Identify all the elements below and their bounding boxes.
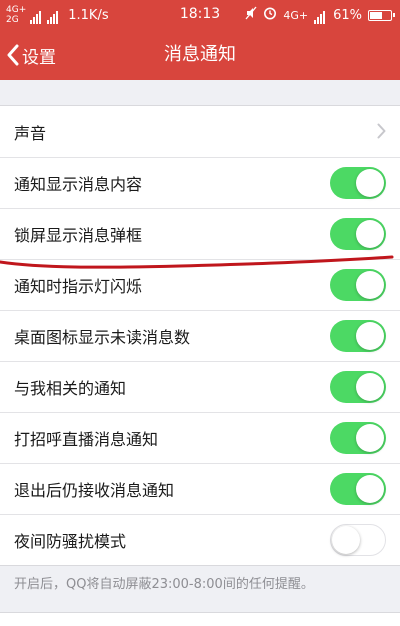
settings-row[interactable]: 声音 [0,106,400,157]
settings-row-label: 夜间防骚扰模式 [14,531,127,551]
status-bar: 4G+ 2G 1.1K/s 18:13 4G+ 61% [0,0,400,30]
toggle-switch[interactable] [330,218,386,250]
toggle-switch[interactable] [330,422,386,454]
settings-row: 锁屏显示消息弹框 [0,208,400,259]
footer-note: 开启后，QQ将自动屏蔽23:00-8:00间的任何提醒。 [14,577,314,592]
alarm-icon [263,6,277,24]
toggle-switch[interactable] [330,320,386,352]
toggle-knob [356,169,384,197]
toggle-switch[interactable] [330,524,386,556]
toggle-switch[interactable] [330,371,386,403]
battery-fill [370,11,382,19]
toggle-knob [356,271,384,299]
next-section-edge [0,612,400,626]
settings-row: 退出后仍接收消息通知 [0,463,400,514]
settings-list: 声音通知显示消息内容 锁屏显示消息弹框 通知时指示灯闪烁桌面图标显示未读消息数 与我相… [0,105,400,566]
settings-row-label: 退出后仍接收消息通知 [14,480,175,500]
battery-icon [368,9,395,21]
toggle-knob [356,475,384,503]
status-right: 4G+ 61% [245,2,395,28]
toggle-knob [356,220,384,248]
settings-row: 打招呼直播消息通知 [0,412,400,463]
settings-row: 与我相关的通知 [0,361,400,412]
toggle-switch[interactable] [330,269,386,301]
settings-row-label: 桌面图标显示未读消息数 [14,327,191,347]
toggle-switch[interactable] [330,167,386,199]
toggle-switch[interactable] [330,473,386,505]
settings-row-label: 通知时指示灯闪烁 [14,276,143,296]
mute-icon [245,6,257,24]
settings-row-label: 锁屏显示消息弹框 [14,225,143,245]
toggle-knob [332,526,360,554]
chevron-right-icon [377,123,386,139]
settings-row-label: 声音 [14,123,47,143]
page-title: 消息通知 [164,44,236,65]
toggle-knob [356,373,384,401]
settings-row: 通知时指示灯闪烁 [0,259,400,310]
settings-row-label: 通知显示消息内容 [14,174,143,194]
settings-row: 夜间防骚扰模式 [0,514,400,565]
settings-row-label: 打招呼直播消息通知 [14,429,159,449]
battery-percent: 61% [333,7,362,23]
network-type-right: 4G+ [283,8,309,22]
settings-row: 桌面图标显示未读消息数 [0,310,400,361]
settings-row-label: 与我相关的通知 [14,378,127,398]
navigation-bar: 设置 消息通知 [0,30,400,80]
toggle-knob [356,424,384,452]
toggle-knob [356,322,384,350]
signal-icon-right [314,6,326,24]
settings-row: 通知显示消息内容 [0,157,400,208]
